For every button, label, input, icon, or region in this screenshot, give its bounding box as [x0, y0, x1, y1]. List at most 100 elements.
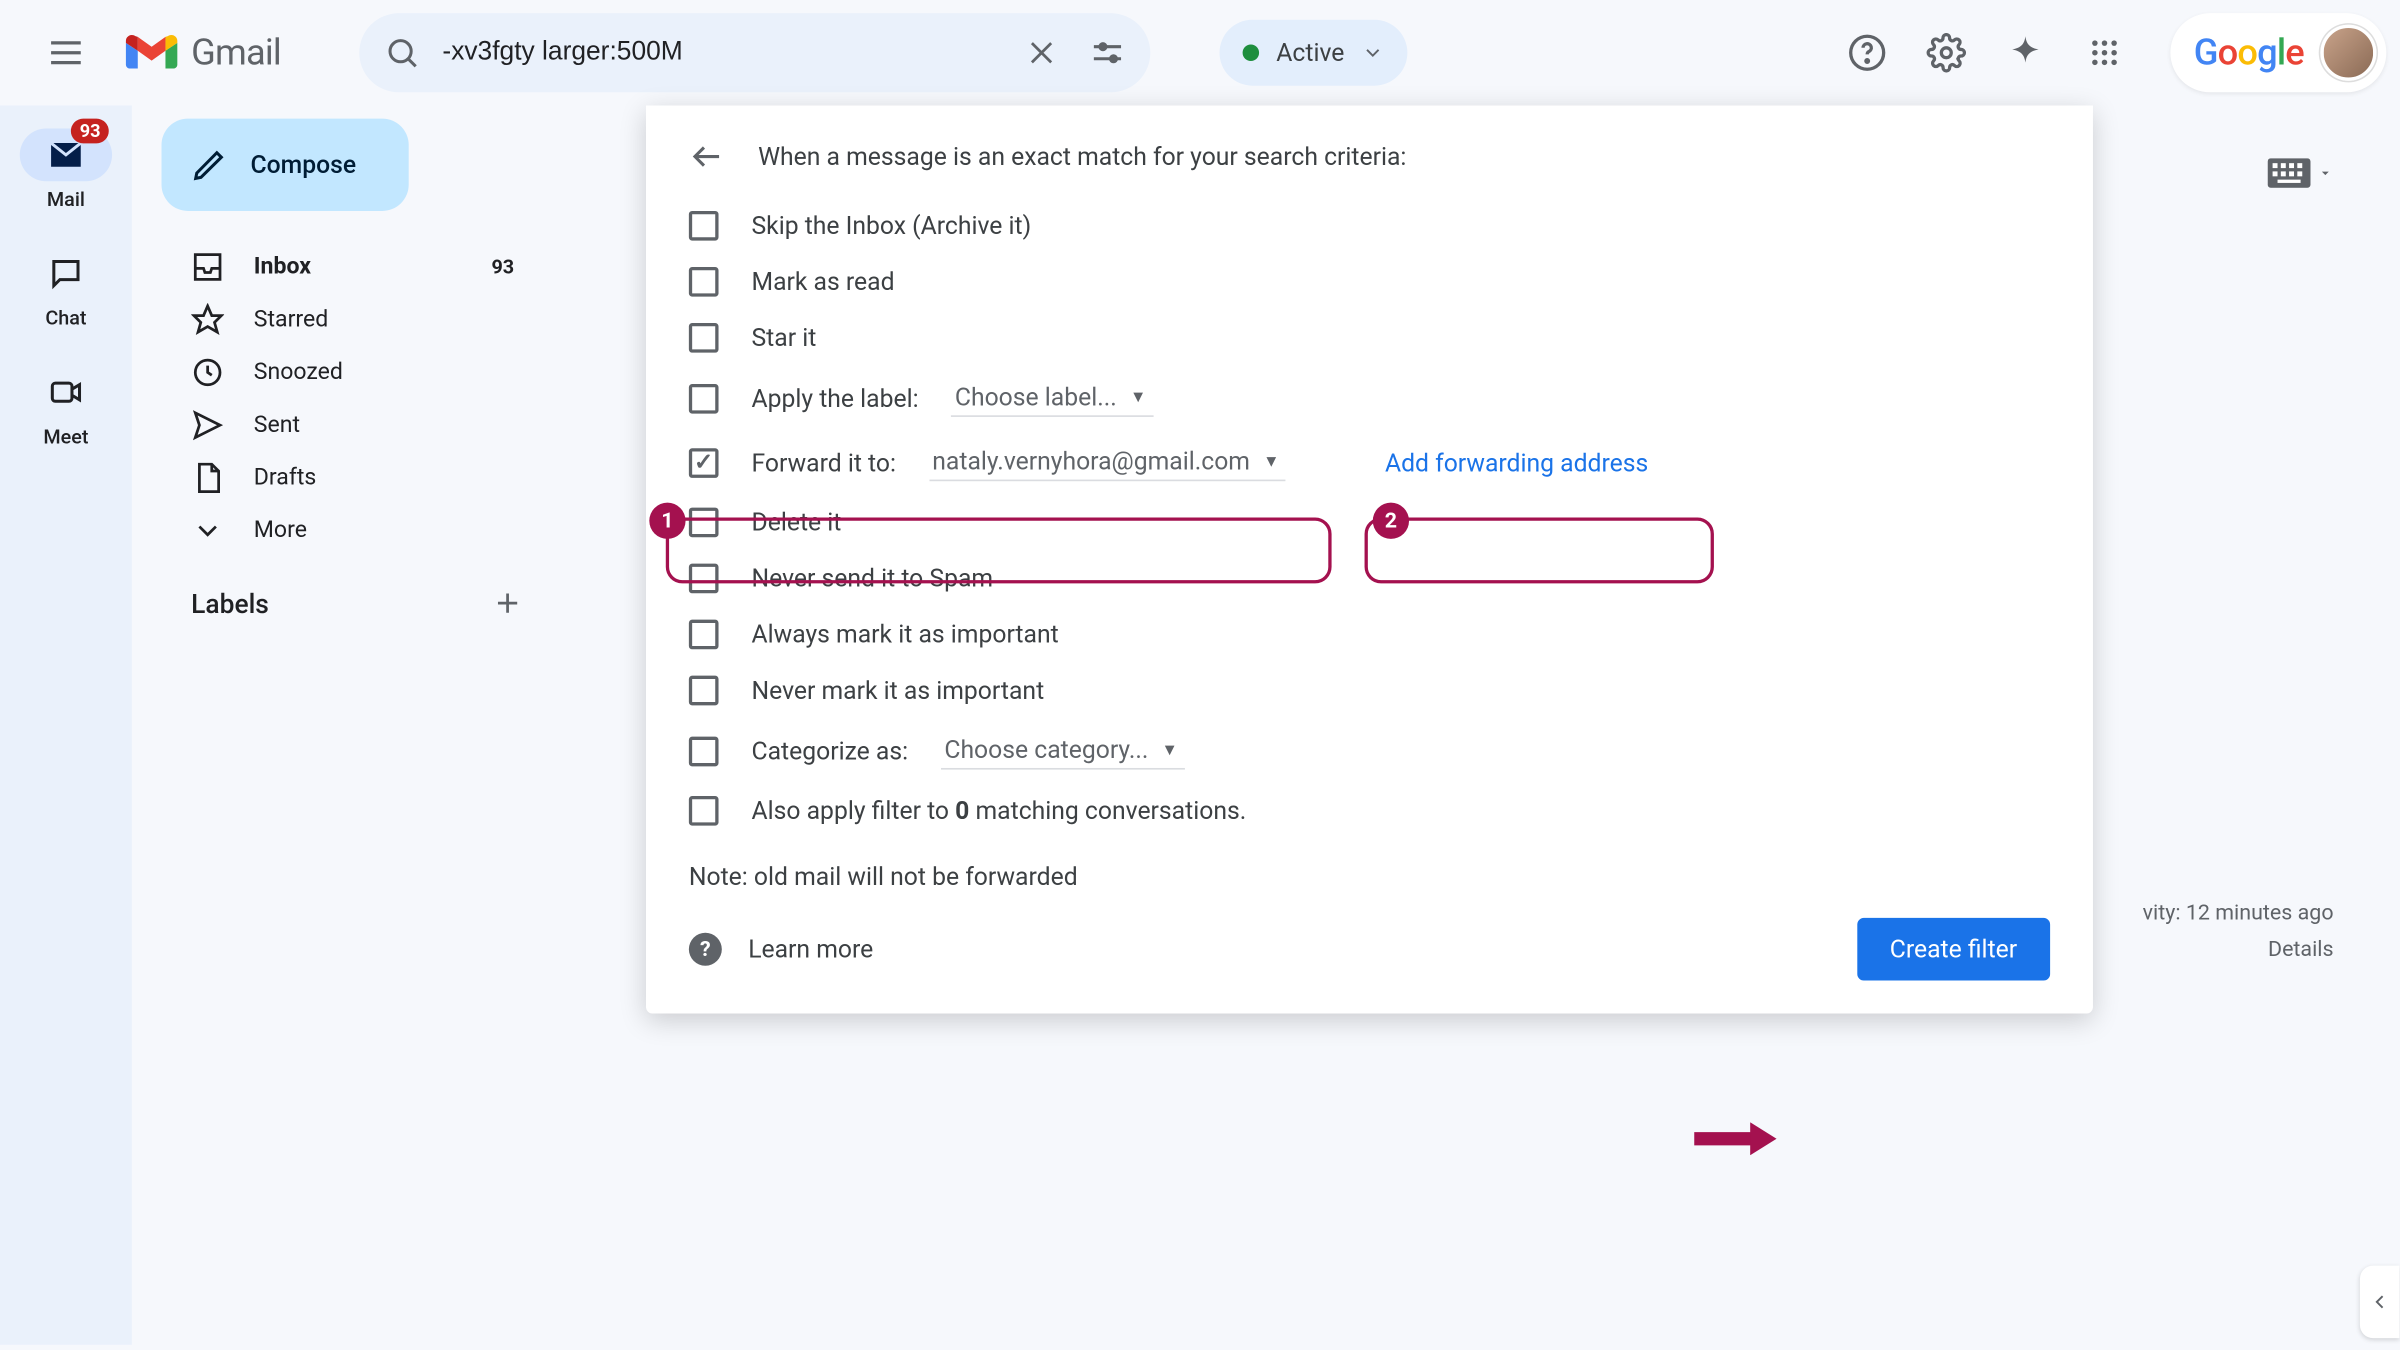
- caret-down-icon: ▼: [1130, 388, 1146, 406]
- arrow-left-icon: [689, 138, 725, 174]
- nav-more[interactable]: More: [162, 504, 541, 557]
- option-apply-label: Apply the label:: [751, 383, 918, 413]
- rail-mail-label: Mail: [47, 188, 85, 211]
- nav-label: Sent: [254, 412, 300, 438]
- gmail-icon: [125, 33, 178, 73]
- nav-drafts[interactable]: Drafts: [162, 452, 541, 505]
- search-bar: [360, 13, 1151, 92]
- search-input[interactable]: [436, 38, 1010, 68]
- nav-label: Snoozed: [254, 359, 343, 385]
- checkbox-categorize[interactable]: [689, 736, 719, 766]
- nav-count: 93: [491, 255, 514, 278]
- star-icon: [191, 303, 224, 336]
- add-label-button[interactable]: [491, 587, 524, 620]
- nav-label: Starred: [254, 307, 328, 333]
- compose-label: Compose: [250, 150, 356, 180]
- search-button[interactable]: [370, 20, 436, 86]
- label-select[interactable]: Choose label... ▼: [952, 379, 1153, 417]
- caret-down-icon: ▼: [1263, 452, 1279, 470]
- gmail-logo[interactable]: Gmail: [125, 32, 281, 73]
- mail-icon: [48, 140, 84, 170]
- chat-icon: [48, 255, 84, 291]
- chevron-down-icon: [1361, 41, 1384, 64]
- chevron-down-icon: [191, 514, 224, 547]
- status-label: Active: [1276, 38, 1344, 68]
- clear-search-button[interactable]: [1009, 20, 1075, 86]
- header-actions: [1834, 20, 2137, 86]
- sidebar: Compose Inbox 93 Starred Snoozed Sent: [132, 105, 554, 1344]
- add-forwarding-link[interactable]: Add forwarding address: [1385, 447, 1648, 477]
- option-mark-read: Mark as read: [751, 267, 894, 297]
- account-chip[interactable]: Google: [2171, 13, 2387, 92]
- compose-button[interactable]: Compose: [162, 119, 409, 211]
- status-chip[interactable]: Active: [1220, 20, 1407, 86]
- category-select-value: Choose category...: [944, 735, 1148, 765]
- checkbox-mark-read[interactable]: [689, 267, 719, 297]
- category-select[interactable]: Choose category... ▼: [941, 732, 1184, 770]
- option-never-important: Never mark it as important: [751, 676, 1044, 706]
- inbox-icon: [191, 250, 224, 283]
- checkbox-never-spam[interactable]: [689, 564, 719, 594]
- labels-header: Labels: [162, 557, 554, 620]
- nav-label: Inbox: [254, 254, 311, 280]
- nav-label: More: [254, 517, 307, 543]
- status-dot-icon: [1243, 44, 1259, 60]
- filter-title: When a message is an exact match for you…: [758, 142, 1406, 172]
- rail-chat-label: Chat: [45, 307, 86, 330]
- hamburger-icon: [46, 33, 86, 73]
- nav-snoozed[interactable]: Snoozed: [162, 346, 541, 399]
- option-also-apply: Also apply filter to 0 matching conversa…: [751, 796, 1246, 826]
- video-icon: [48, 374, 84, 410]
- plus-icon: [491, 587, 524, 620]
- send-icon: [191, 409, 224, 442]
- rail-mail[interactable]: 93 Mail: [20, 129, 112, 211]
- filter-note: Note: old mail will not be forwarded: [679, 839, 2060, 908]
- avatar[interactable]: [2320, 25, 2376, 81]
- mail-badge: 93: [71, 119, 108, 144]
- annotation-arrow: [1694, 1122, 1776, 1155]
- checkbox-delete[interactable]: [689, 508, 719, 538]
- activity-info: vity: 12 minutes ago Details: [2143, 897, 2334, 970]
- nav-label: Drafts: [254, 465, 317, 491]
- input-tools-button[interactable]: [2268, 158, 2334, 188]
- option-never-spam: Never send it to Spam: [751, 564, 993, 594]
- close-icon: [1026, 36, 1059, 69]
- gemini-button[interactable]: [1993, 20, 2059, 86]
- checkbox-forward[interactable]: [689, 447, 719, 477]
- caret-down-icon: [2317, 165, 2333, 181]
- search-options-button[interactable]: [1075, 20, 1141, 86]
- main-menu-button[interactable]: [26, 13, 105, 92]
- rail-chat[interactable]: Chat: [20, 247, 112, 329]
- checkbox-star[interactable]: [689, 323, 719, 353]
- sparkle-icon: [2006, 33, 2046, 73]
- apps-button[interactable]: [2072, 20, 2138, 86]
- nav-inbox[interactable]: Inbox 93: [162, 241, 541, 294]
- apps-grid-icon: [2088, 36, 2121, 69]
- main-area: vity: 12 minutes ago Details When a mess…: [554, 105, 2400, 1344]
- checkbox-also-apply[interactable]: [689, 796, 719, 826]
- forward-address-select[interactable]: nataly.vernyhora@gmail.com ▼: [929, 443, 1286, 481]
- tune-icon: [1090, 35, 1126, 71]
- checkbox-never-important[interactable]: [689, 676, 719, 706]
- support-button[interactable]: [1834, 20, 1900, 86]
- help-icon: ?: [689, 933, 722, 966]
- nav-starred[interactable]: Starred: [162, 293, 541, 346]
- settings-button[interactable]: [1914, 20, 1980, 86]
- side-panel-toggle[interactable]: [2360, 1266, 2400, 1339]
- checkbox-skip-inbox[interactable]: [689, 211, 719, 241]
- app-rail: 93 Mail Chat Meet: [0, 105, 132, 1344]
- pencil-icon: [191, 147, 227, 183]
- checkbox-apply-label[interactable]: [689, 383, 719, 413]
- gear-icon: [1927, 33, 1967, 73]
- activity-details-link[interactable]: Details: [2143, 933, 2334, 969]
- learn-more-link[interactable]: Learn more: [748, 934, 873, 964]
- checkbox-always-important[interactable]: [689, 620, 719, 650]
- nav-sent[interactable]: Sent: [162, 399, 541, 452]
- search-icon: [385, 35, 421, 71]
- caret-down-icon: ▼: [1162, 741, 1178, 759]
- activity-text: vity: 12 minutes ago: [2143, 897, 2334, 933]
- rail-meet[interactable]: Meet: [20, 366, 112, 448]
- gmail-logo-text: Gmail: [191, 32, 281, 73]
- create-filter-button[interactable]: Create filter: [1857, 918, 2050, 981]
- back-button[interactable]: [689, 138, 729, 174]
